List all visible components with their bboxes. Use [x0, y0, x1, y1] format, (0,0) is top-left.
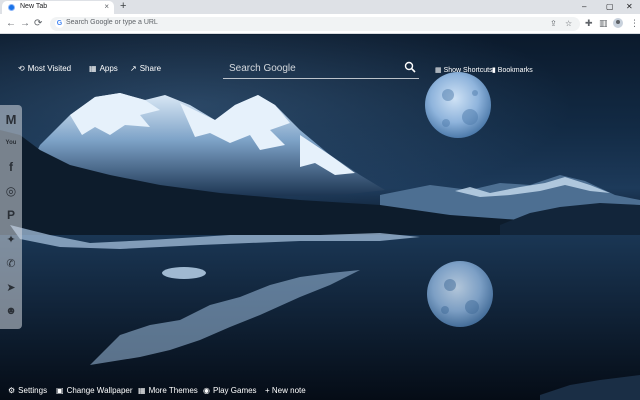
telegram-icon[interactable]: ➤: [3, 279, 19, 295]
reddit-icon[interactable]: ☻: [3, 303, 19, 319]
gamepad-icon: ◉: [203, 386, 210, 395]
apps-button[interactable]: ▦ Apps: [89, 63, 118, 75]
tab-strip: New Tab × + – ▢ ✕: [0, 0, 640, 14]
new-tab-button[interactable]: +: [120, 0, 126, 13]
instagram-icon[interactable]: ◎: [3, 183, 19, 199]
apps-grid-icon: ▦: [89, 64, 97, 73]
share-label: Share: [139, 64, 162, 73]
most-visited-label: Most Visited: [27, 64, 72, 73]
tab-new-tab[interactable]: New Tab ×: [2, 1, 114, 14]
moon: [425, 72, 491, 138]
change-wallpaper-label: Change Wallpaper: [66, 386, 133, 395]
rock-in-lake: [162, 267, 206, 279]
shortcuts-grid-icon: ▦: [435, 67, 444, 74]
bookmarks-button[interactable]: ▮ Bookmarks: [492, 66, 533, 76]
apps-label: Apps: [99, 64, 118, 73]
more-themes-button[interactable]: ▦ More Themes: [138, 385, 198, 396]
more-themes-label: More Themes: [148, 386, 198, 395]
lake: [0, 235, 640, 400]
chrome-favicon-icon: [8, 4, 15, 11]
profile-avatar[interactable]: [613, 18, 623, 28]
show-shortcuts-label: Show Shortcuts: [443, 67, 493, 74]
search-input[interactable]: Search Google: [229, 63, 296, 74]
forward-icon[interactable]: →: [20, 17, 30, 30]
mountain-lake-wallpaper: [0, 72, 640, 400]
new-tab-page: ⟲ Most Visited ▦ Apps ↗ Share Search Google…: [0, 35, 640, 400]
tab-close-icon[interactable]: ×: [104, 2, 109, 12]
youtube-icon[interactable]: You: [3, 135, 19, 151]
facebook-icon[interactable]: f: [3, 159, 19, 175]
bookmark-star-icon[interactable]: ☆: [565, 18, 572, 29]
google-g-icon: G: [55, 19, 64, 28]
close-window-icon[interactable]: ✕: [626, 1, 633, 12]
search-icon[interactable]: [404, 61, 416, 73]
play-games-label: Play Games: [212, 386, 257, 395]
google-search-box[interactable]: Search Google: [223, 59, 419, 79]
gmail-icon[interactable]: M: [3, 111, 19, 127]
whatsapp-icon[interactable]: ✆: [3, 255, 19, 271]
moon-reflection: [427, 261, 493, 327]
history-icon: ⟲: [18, 64, 25, 73]
social-sidebar: M You f ◎ P ✦ ✆ ➤ ☻: [0, 105, 22, 329]
extensions-icon[interactable]: ✚: [585, 18, 593, 29]
tab-title: New Tab: [20, 3, 48, 10]
settings-label: Settings: [18, 386, 48, 395]
back-icon[interactable]: ←: [6, 17, 16, 30]
gear-icon: ⚙: [8, 386, 16, 395]
chrome-menu-icon[interactable]: ⋮: [630, 18, 639, 29]
reload-icon[interactable]: ⟳: [34, 17, 42, 30]
omnibox-placeholder: Search Google or type a URL: [66, 19, 158, 26]
browser-toolbar: ← → ⟳ G Search Google or type a URL ⇪ ☆ …: [0, 14, 640, 34]
new-note-button[interactable]: + New note: [265, 385, 306, 396]
change-wallpaper-button[interactable]: ▣ Change Wallpaper: [56, 385, 133, 396]
image-icon: ▣: [56, 386, 64, 395]
share-page-icon[interactable]: ⇪: [550, 18, 557, 29]
play-games-button[interactable]: ◉ Play Games: [203, 385, 257, 396]
side-panel-icon[interactable]: ▥: [599, 18, 608, 29]
twitter-icon[interactable]: ✦: [3, 231, 19, 247]
maximize-icon[interactable]: ▢: [606, 1, 614, 12]
pinterest-icon[interactable]: P: [3, 207, 19, 223]
themes-grid-icon: ▦: [138, 386, 146, 395]
most-visited-button[interactable]: ⟲ Most Visited: [18, 63, 71, 75]
omnibox[interactable]: G Search Google or type a URL ⇪ ☆: [50, 17, 580, 31]
minimize-icon[interactable]: –: [582, 1, 586, 12]
share-button[interactable]: ↗ Share: [130, 63, 161, 75]
show-shortcuts-button[interactable]: ▦ Show Shortcuts: [435, 66, 493, 76]
share-icon: ↗: [130, 64, 137, 73]
bookmarks-label: Bookmarks: [497, 67, 533, 74]
settings-button[interactable]: ⚙ Settings: [8, 385, 47, 396]
